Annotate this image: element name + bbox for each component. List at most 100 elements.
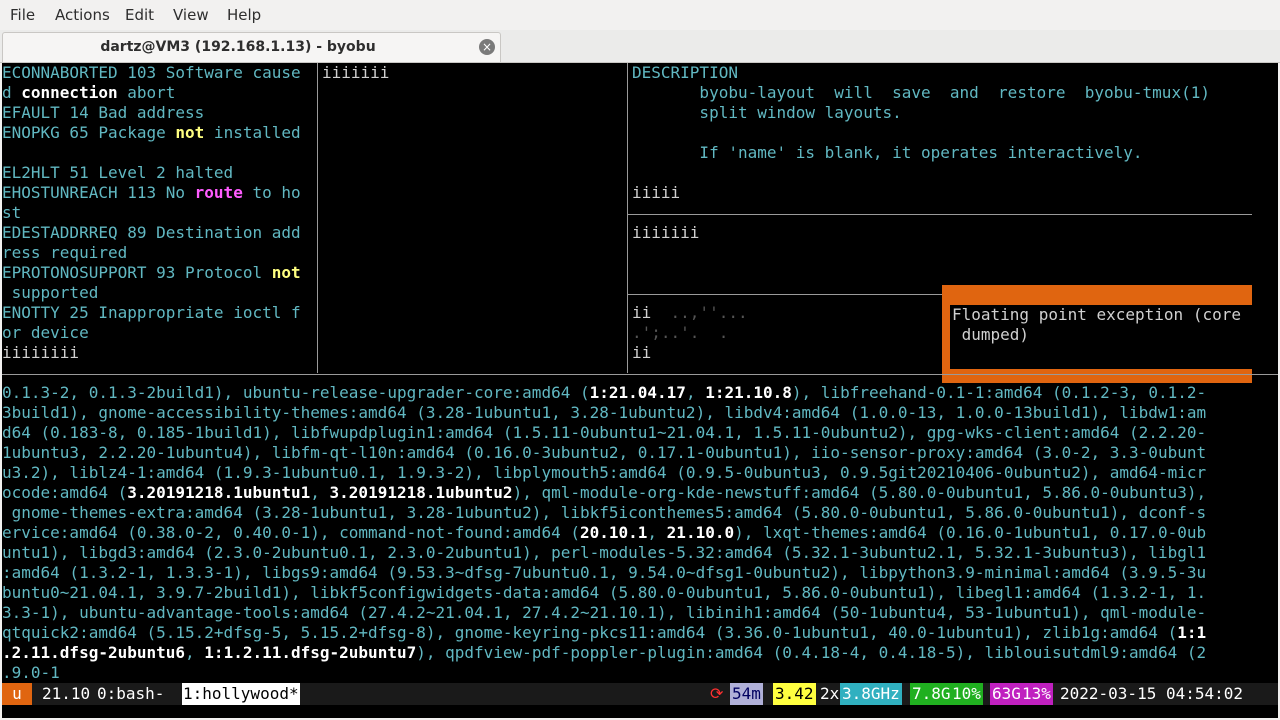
terminal-line: qtquick2:amd64 (5.15.2+dfsg-5, 5.15.2+df… [2, 623, 1206, 643]
terminal-line: ENOTTY 25 Inappropriate ioctl f [2, 303, 301, 323]
terminal-line: 0.1.3-2, 0.1.3-2build1), ubuntu-release-… [2, 383, 1206, 403]
terminal-text-span: EL2HLT 51 Level 2 halted [2, 163, 234, 182]
menu-bar: File Actions Edit View Help [0, 0, 1280, 30]
terminal-text-span: ENOTTY 25 Inappropriate ioctl f [2, 303, 301, 322]
terminal-line: d connection abort [2, 83, 175, 103]
terminal-text-span: 0.1.3-2, 0.1.3-2build1), ubuntu-release-… [2, 383, 590, 402]
menu-edit[interactable]: Edit [125, 6, 154, 24]
close-icon[interactable]: × [479, 39, 495, 55]
terminal-text-span: EHOSTUNREACH 113 No [2, 183, 195, 202]
pane-errno[interactable]: ECONNABORTED 103 Software cause d connect… [2, 63, 317, 373]
disk-total: 63G [990, 683, 1023, 705]
terminal-text-span: buntu0~21.04.1, 3.9.7-2build1), libkf5co… [2, 583, 1207, 602]
terminal-text-span: ..,''... [651, 303, 748, 322]
terminal-line: :amd64 (1.3.2-1, 1.3.3-1), libgs9:amd64 … [2, 563, 1206, 583]
terminal-text-span: 3.20191218.1ubuntu1 [127, 483, 311, 502]
terminal-text-span: , [685, 383, 706, 402]
terminal-text-span: or device [2, 323, 89, 342]
terminal-text-span: ii [632, 343, 652, 362]
pane-mid-text: iiiiiii [322, 63, 390, 82]
floating-popup[interactable]: Floating point exception (core dumped) [942, 285, 1252, 383]
terminal-line: iiiii [632, 183, 680, 203]
terminal-line: .';..'. . [632, 323, 728, 343]
terminal-line: .9.0-1 [2, 663, 60, 683]
terminal-line: ii [632, 343, 651, 363]
terminal-line: .2.11.dfsg-2ubuntu6, 1:1.2.11.dfsg-2ubun… [2, 643, 1206, 663]
terminal-text-span: ENOPKG 65 Package [2, 123, 176, 142]
terminal-line: DESCRIPTION [632, 63, 738, 83]
terminal-line: ii ..,''... [632, 303, 748, 323]
terminal-tab[interactable]: dartz@VM3 (192.168.1.13) - byobu × [2, 32, 501, 62]
terminal-text-span: 21.10.0 [666, 523, 735, 542]
pane-hollywood-mid[interactable]: iiiiiii [322, 63, 627, 373]
cpu-count: 2x [820, 684, 840, 703]
pane-right-mid-text: iiiiiii [632, 223, 700, 242]
pane-right-mid[interactable]: iiiiiii [632, 223, 1252, 293]
terminal-text-span: not [175, 123, 205, 142]
terminal-line: ervice:amd64 (0.38.0-2, 0.40.0-1), comma… [2, 523, 1206, 543]
menu-file[interactable]: File [10, 6, 35, 24]
terminal-line: If 'name' is blank, it operates interact… [632, 143, 1143, 163]
terminal-text-span: .';..'. . [632, 323, 729, 342]
pane-ascii[interactable]: ii ..,''... .';..'. . ii [632, 303, 937, 373]
pane-divider [627, 63, 628, 373]
terminal-text-span: 3build1), gnome-accessibility-themes:amd… [2, 403, 1207, 422]
terminal-text-span: gnome-themes-extra:amd64 (3.28-1ubuntu1,… [2, 503, 1207, 522]
terminal-line: or device [2, 323, 89, 343]
terminal-line: d64 (0.183-8, 0.185-1build1), libfwupdpl… [2, 423, 1206, 443]
menu-actions[interactable]: Actions [55, 6, 110, 24]
menu-view[interactable]: View [173, 6, 209, 24]
terminal-text-span: ), qml-module-org-kde-newstuff:amd64 (5.… [512, 483, 1207, 502]
terminal-line: ress required [2, 243, 127, 263]
terminal-text-span: ECONNABORTED 103 Software cause [2, 63, 301, 82]
terminal-text-span: u3.2), liblz4-1:amd64 (1.9.3-1ubuntu0.1,… [2, 463, 1207, 482]
date-time: 2022-03-15 04:54:02 [1060, 684, 1244, 703]
pane-apt-log[interactable]: 0.1.3-2, 0.1.3-2build1), ubuntu-release-… [2, 383, 1278, 683]
tab-title: dartz@VM3 (192.168.1.13) - byobu [100, 39, 376, 55]
terminal-text-span: to ho [242, 183, 301, 202]
terminal-text-span: byobu-layout will save and restore byobu… [632, 83, 1210, 102]
menu-help[interactable]: Help [227, 6, 261, 24]
terminal-text-span: .2.11.dfsg-2ubuntu6 [2, 643, 186, 662]
disk-usage: 13% [1020, 683, 1053, 705]
terminal-text-span: ress required [2, 243, 128, 262]
terminal-text-span: EFAULT 14 Bad address [2, 103, 205, 122]
window-tab-1[interactable]: 1:hollywood* [182, 683, 300, 705]
terminal-text-span: 1:1.2.11.dfsg-2ubuntu7 [204, 643, 417, 662]
terminal-line: 1ubuntu3, 2.2.20-1ubuntu4), libfm-qt-l10… [2, 443, 1206, 463]
terminal-text-span: ervice:amd64 (0.38.0-2, 0.40.0-1), comma… [2, 523, 580, 542]
byobu-status-bar: u 21.10 0:bash- 1:hollywood* ⟳ 54m 3.42 … [2, 683, 1278, 705]
terminal-line: ENOPKG 65 Package not installed [2, 123, 301, 143]
pane-manpage[interactable]: DESCRIPTION byobu-layout will save and r… [632, 63, 1278, 213]
terminal-text-span: route [194, 183, 243, 202]
terminal-line: 3build1), gnome-accessibility-themes:amd… [2, 403, 1206, 423]
terminal-area[interactable]: ECONNABORTED 103 Software cause d connect… [2, 63, 1278, 718]
uptime-indicator: 54m [730, 683, 763, 705]
popup-content: Floating point exception (core dumped) [950, 305, 1252, 369]
terminal-text-span: ocode:amd64 ( [2, 483, 128, 502]
terminal-text-span: DESCRIPTION [632, 63, 738, 82]
terminal-text-span: connection [21, 83, 118, 102]
terminal-line: gnome-themes-extra:amd64 (3.28-1ubuntu1,… [2, 503, 1206, 523]
terminal-line: EFAULT 14 Bad address [2, 103, 204, 123]
window-tab-0[interactable]: 0:bash- [97, 683, 164, 705]
terminal-line: u3.2), liblz4-1:amd64 (1.9.3-1ubuntu0.1,… [2, 463, 1206, 483]
terminal-line: byobu-layout will save and restore byobu… [632, 83, 1210, 103]
terminal-text-span: 20.10.1 [579, 523, 648, 542]
terminal-text-span: ), libfreehand-0.1-1:amd64 (0.1.2-3, 0.1… [791, 383, 1207, 402]
terminal-line: iiiiiiii [2, 343, 79, 363]
terminal-line: untu1), libgd3:amd64 (2.3.0-2ubuntu0.1, … [2, 543, 1206, 563]
terminal-line: supported [2, 283, 99, 303]
terminal-text-span: If 'name' is blank, it operates interact… [632, 143, 1143, 162]
terminal-text-span: supported [2, 283, 99, 302]
terminal-text-span: untu1), libgd3:amd64 (2.3.0-2ubuntu0.1, … [2, 543, 1207, 562]
pane-divider [317, 63, 318, 373]
terminal-text-span: ), qpdfview-pdf-poppler-plugin:amd64 (0.… [416, 643, 1207, 662]
terminal-text-span: 1:1 [1177, 623, 1207, 642]
load-average: 3.42 [773, 683, 816, 705]
terminal-text-span: EDESTADDRREQ 89 Destination add [2, 223, 301, 242]
reboot-required-icon: ⟳ [710, 684, 724, 703]
terminal-line: EPROTONOSUPPORT 93 Protocol not [2, 263, 301, 283]
memory-usage: 10% [950, 683, 983, 705]
terminal-line: st [2, 203, 21, 223]
